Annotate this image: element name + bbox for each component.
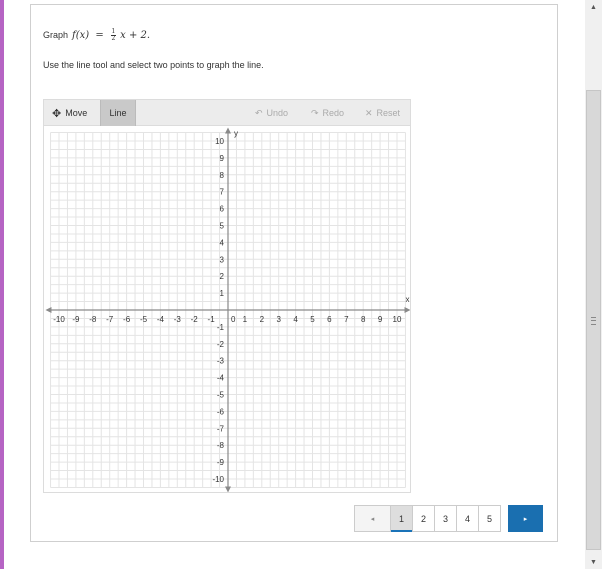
x-axis-label: x — [405, 295, 409, 304]
redo-arrow-icon: ↷ — [311, 107, 319, 118]
scroll-down-arrow-icon[interactable]: ▼ — [585, 555, 602, 569]
redo-label: Redo — [322, 108, 345, 118]
question-pager: ◂ 1 2 3 4 5 ▸ — [354, 505, 543, 532]
page-number: 3 — [442, 513, 448, 524]
move-arrows-icon: ✥ — [52, 107, 62, 120]
x-tick-label: 3 — [276, 315, 281, 324]
reset-button[interactable]: ✕ Reset — [365, 100, 400, 126]
equals-sign: = — [95, 30, 104, 41]
next-page-button[interactable]: ▸ — [508, 505, 543, 532]
y-tick-label: -7 — [217, 424, 225, 433]
x-tick-label: -6 — [123, 315, 131, 324]
y-axis-arrow-up-icon — [225, 127, 231, 134]
coordinate-plane[interactable]: xy-10 -9 -8 -7 -6 -5 -4 -3 -2 -1 0 1 2 3 4 5 6 7 8 9 1010987… — [44, 126, 410, 492]
y-tick-label: 2 — [220, 272, 225, 281]
x-tick-label: 9 — [378, 315, 383, 324]
previous-page-button[interactable]: ◂ — [354, 505, 391, 532]
move-button[interactable]: ✥ Move — [52, 100, 87, 126]
x-tick-label: 1 — [243, 315, 248, 324]
reset-label: Reset — [376, 108, 401, 118]
y-tick-label: 3 — [220, 255, 225, 264]
page-number: 1 — [398, 513, 404, 524]
page-button-1[interactable]: 1 — [390, 505, 413, 532]
x-tick-label: 6 — [327, 315, 332, 324]
y-tick-label: 5 — [220, 222, 225, 231]
page-number: 4 — [464, 513, 470, 524]
left-accent-bar — [0, 0, 4, 569]
x-tick-label: 8 — [361, 315, 366, 324]
y-tick-label: 4 — [220, 238, 225, 247]
x-axis-arrow-right-icon — [404, 307, 410, 313]
y-tick-label: 9 — [220, 154, 225, 163]
fraction: 1 2 — [110, 29, 116, 42]
x-tick-label: -9 — [72, 315, 80, 324]
scrollbar-thumb[interactable] — [586, 90, 601, 550]
x-tick-label: 4 — [293, 315, 298, 324]
page-button-4[interactable]: 4 — [456, 505, 479, 532]
instruction-text: Use the line tool and select two points … — [43, 60, 264, 70]
question-prefix: Graph — [43, 30, 69, 40]
x-tick-label: 7 — [344, 315, 349, 324]
graphing-tool: ✥ Move Line ↶ Undo ↷ Redo ✕ Reset x y -1… — [43, 99, 411, 493]
y-tick-label: -6 — [217, 407, 225, 416]
question-equation: f(x) = 1 2 x + 2. — [72, 29, 150, 42]
y-tick-label: -8 — [217, 441, 225, 450]
y-tick-label: -10 — [212, 475, 224, 484]
undo-label: Undo — [266, 108, 289, 118]
x-tick-label: 5 — [310, 315, 315, 324]
question-card: Graph f(x) = 1 2 x + 2. Use the line too… — [30, 4, 558, 542]
x-axis-arrow-left-icon — [45, 307, 52, 313]
x-tick-label: 2 — [260, 315, 265, 324]
page-button-2[interactable]: 2 — [412, 505, 435, 532]
previous-arrow-icon: ◂ — [370, 515, 375, 523]
next-arrow-icon: ▸ — [523, 515, 528, 523]
x-tick-label: -3 — [174, 315, 182, 324]
page-number: 2 — [420, 513, 426, 524]
function-rest: x + 2. — [120, 30, 151, 41]
x-tick-label: -10 — [53, 315, 65, 324]
x-tick-label: -1 — [208, 315, 216, 324]
y-tick-label: -2 — [217, 340, 225, 349]
move-label: Move — [65, 108, 88, 118]
y-axis-arrow-down-icon — [225, 486, 231, 492]
page: Graph f(x) = 1 2 x + 2. Use the line too… — [0, 0, 602, 569]
y-axis-label: y — [234, 129, 238, 138]
y-tick-label: -1 — [217, 323, 225, 332]
x-tick-label: -5 — [140, 315, 148, 324]
x-tick-label: 10 — [393, 315, 402, 324]
fraction-denominator: 2 — [111, 35, 116, 42]
y-tick-label: 1 — [220, 289, 225, 298]
line-tool-button[interactable]: Line — [100, 100, 136, 126]
y-tick-label: 10 — [215, 137, 224, 146]
graph-toolbar: ✥ Move Line ↶ Undo ↷ Redo ✕ Reset — [44, 100, 410, 126]
x-tick-label: -2 — [191, 315, 199, 324]
vertical-scrollbar[interactable]: ▲ ▼ — [585, 0, 602, 569]
redo-button[interactable]: ↷ Redo — [311, 100, 344, 126]
x-tick-label: -7 — [106, 315, 114, 324]
question-text: Graph f(x) = 1 2 x + 2. — [43, 29, 150, 42]
page-button-3[interactable]: 3 — [434, 505, 457, 532]
x-icon: ✕ — [365, 107, 373, 118]
page-button-5[interactable]: 5 — [478, 505, 501, 532]
y-tick-label: 8 — [220, 171, 225, 180]
x-tick-label: -4 — [157, 315, 165, 324]
function-lhs: f(x) — [72, 30, 90, 41]
line-label: Line — [109, 108, 127, 118]
x-tick-label: 0 — [231, 315, 236, 324]
x-tick-label: -8 — [89, 315, 97, 324]
y-tick-label: -3 — [217, 357, 225, 366]
page-number: 5 — [486, 513, 492, 524]
y-tick-label: -4 — [217, 374, 225, 383]
y-tick-label: -5 — [217, 391, 225, 400]
y-tick-label: -9 — [217, 458, 225, 467]
y-tick-label: 6 — [220, 205, 225, 214]
scrollbar-grip-icon — [591, 317, 596, 325]
scroll-up-arrow-icon[interactable]: ▲ — [585, 0, 602, 14]
undo-button[interactable]: ↶ Undo — [255, 100, 288, 126]
undo-arrow-icon: ↶ — [255, 107, 263, 118]
y-tick-label: 7 — [220, 188, 225, 197]
